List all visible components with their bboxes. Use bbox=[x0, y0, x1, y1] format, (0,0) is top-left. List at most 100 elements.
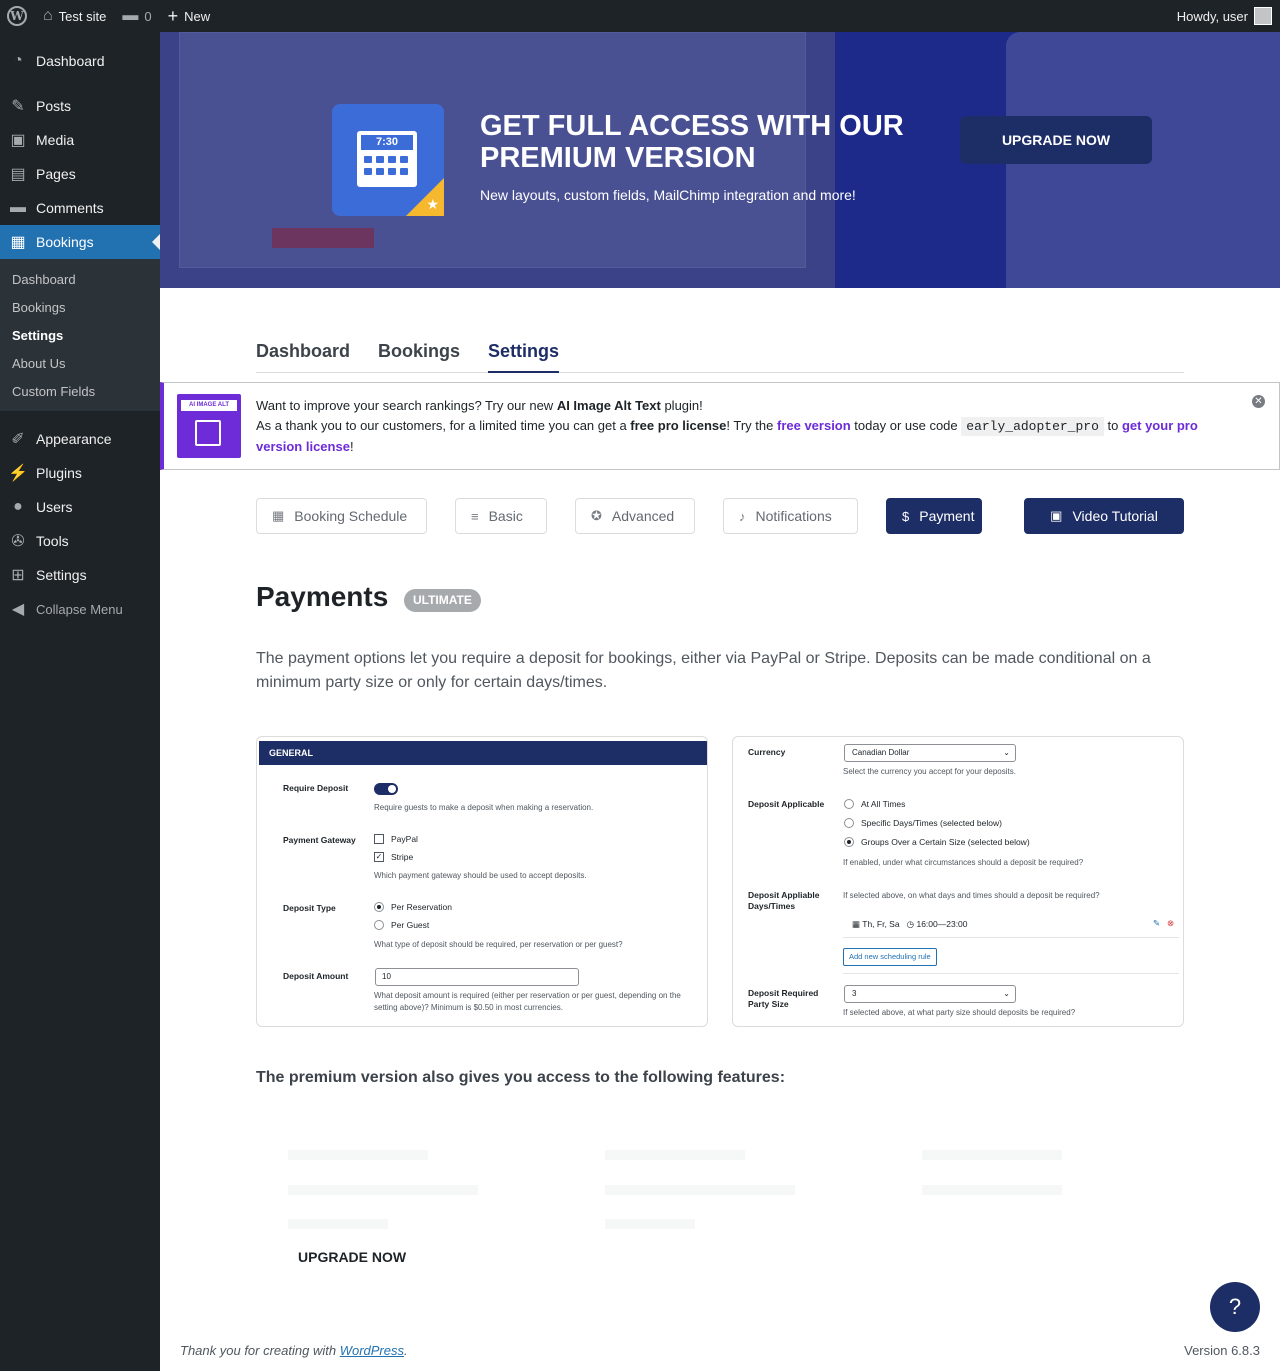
award-icon: ✪ bbox=[591, 508, 602, 523]
ai-alt-text-notice: AI IMAGE ALT TEXT Want to improve your s… bbox=[160, 382, 1280, 470]
coupon-code: early_adopter_pro bbox=[961, 417, 1104, 436]
wordpress-link[interactable]: WordPress bbox=[340, 1343, 404, 1358]
label-line: Days/Times bbox=[748, 901, 796, 911]
sidebar-item-pages[interactable]: ▤ Pages bbox=[0, 157, 160, 191]
sidebar-item-appearance[interactable]: ✐ Appearance bbox=[0, 422, 160, 456]
submenu-bookings[interactable]: Bookings bbox=[0, 293, 160, 321]
add-scheduling-rule-button[interactable]: Add new scheduling rule bbox=[843, 948, 937, 966]
edit-pencil-icon[interactable]: ✎ bbox=[1153, 918, 1160, 929]
notice-line-2: As a thank you to our customers, for a l… bbox=[256, 416, 1236, 457]
deposit-applicable-label: Deposit Applicable bbox=[748, 799, 825, 809]
subtab-basic[interactable]: ≡ Basic bbox=[455, 498, 547, 534]
notice-text-part: ! Try the bbox=[726, 418, 777, 433]
collapse-menu-button[interactable]: ◀ Collapse Menu bbox=[0, 592, 160, 626]
new-label: New bbox=[184, 8, 211, 24]
chevron-down-icon: ⌄ bbox=[1003, 989, 1010, 998]
notice-text-part: plugin! bbox=[660, 398, 703, 413]
submenu-dashboard[interactable]: Dashboard bbox=[0, 265, 160, 293]
sidebar-item-tools[interactable]: ✇ Tools bbox=[0, 524, 160, 558]
stripe-label: Stripe bbox=[391, 852, 414, 862]
bookings-submenu: Dashboard Bookings Settings About Us Cus… bbox=[0, 259, 160, 411]
free-version-link[interactable]: free version bbox=[777, 418, 851, 433]
rule-time: 16:00—23:00 bbox=[916, 919, 968, 929]
subtab-notifications[interactable]: ♪ Notifications bbox=[723, 498, 858, 534]
subtab-booking-schedule[interactable]: ▦ Booking Schedule bbox=[256, 498, 427, 534]
text-lines-icon: ≡ bbox=[471, 508, 479, 524]
notice-plugin-name: AI Image Alt Text bbox=[556, 398, 661, 413]
party-size-select[interactable]: 3 ⌄ bbox=[844, 985, 1016, 1003]
delete-rule-icon[interactable]: ⊗ bbox=[1167, 918, 1174, 929]
notice-text-part: today or use code bbox=[850, 418, 962, 433]
main-content: 7:30 ★ GET FULL ACCESS WITH OUR PREMIUM … bbox=[160, 32, 1280, 1371]
my-account-menu[interactable]: Howdy, user bbox=[1169, 0, 1280, 32]
sidebar-item-posts[interactable]: ✎ Posts bbox=[0, 89, 160, 123]
require-deposit-help: Require guests to make a deposit when ma… bbox=[374, 803, 594, 812]
submenu-settings[interactable]: Settings bbox=[0, 321, 160, 349]
require-deposit-toggle[interactable] bbox=[374, 783, 398, 795]
section-header: GENERAL bbox=[259, 741, 707, 765]
divider bbox=[843, 973, 1179, 974]
video-tutorial-button[interactable]: ▣ Video Tutorial bbox=[1024, 498, 1184, 534]
upgrade-now-link[interactable]: UPGRADE NOW bbox=[298, 1249, 406, 1265]
sidebar-item-dashboard[interactable]: ◔ Dashboard bbox=[0, 44, 160, 78]
sidebar-item-settings[interactable]: ⊞ Settings bbox=[0, 558, 160, 592]
submenu-about-us[interactable]: About Us bbox=[0, 349, 160, 377]
comment-icon: ▬ bbox=[10, 199, 26, 216]
per-reservation-radio[interactable] bbox=[374, 902, 384, 912]
specific-days-label: Specific Days/Times (selected below) bbox=[861, 818, 1002, 828]
chevron-down-icon: ⌄ bbox=[1003, 748, 1010, 757]
sidebar-item-plugins[interactable]: ⚡ Plugins bbox=[0, 456, 160, 490]
payment-gateway-label: Payment Gateway bbox=[283, 835, 356, 845]
specific-days-radio[interactable] bbox=[844, 818, 854, 828]
tab-dashboard[interactable]: Dashboard bbox=[256, 337, 350, 373]
stripe-checkbox[interactable]: ✓ bbox=[374, 852, 384, 862]
pages-icon: ▤ bbox=[10, 166, 26, 183]
calendar-icon: ▦ bbox=[852, 919, 861, 929]
currency-select[interactable]: Canadian Dollar ⌄ bbox=[844, 744, 1016, 762]
site-name-link[interactable]: ⌂ Test site bbox=[35, 0, 114, 32]
wrench-icon: ✇ bbox=[11, 533, 25, 550]
party-size-help: If selected above, at what party size sh… bbox=[843, 1008, 1076, 1017]
at-all-times-radio[interactable] bbox=[844, 799, 854, 809]
sidebar-item-users[interactable]: ● Users bbox=[0, 490, 160, 524]
new-content-link[interactable]: + New bbox=[160, 0, 219, 32]
sidebar-item-comments[interactable]: ▬ Comments bbox=[0, 191, 160, 225]
currency-value: Canadian Dollar bbox=[852, 748, 910, 757]
label-line: Deposit Appliable bbox=[748, 890, 820, 900]
per-guest-radio[interactable] bbox=[374, 920, 384, 930]
dashboard-icon: ◔ bbox=[13, 52, 23, 69]
avatar bbox=[1254, 7, 1272, 25]
admin-bar: W ⌂ Test site ▬ 0 + New Howdy, user bbox=[0, 0, 1280, 32]
scheduling-rule-summary: ▦ Th, Fr, Sa ◷ 16:00—23:00 bbox=[852, 919, 968, 930]
sidebar-item-label: Tools bbox=[36, 533, 69, 549]
groups-size-label: Groups Over a Certain Size (selected bel… bbox=[861, 837, 1030, 847]
calendar-icon: ▦ bbox=[10, 234, 26, 251]
footer-version: Version 6.8.3 bbox=[1184, 1343, 1260, 1358]
submenu-custom-fields[interactable]: Custom Fields bbox=[0, 377, 160, 405]
help-button[interactable]: ? bbox=[1210, 1282, 1260, 1332]
notice-text-part: to bbox=[1103, 418, 1122, 433]
sidebar-item-label: Users bbox=[36, 499, 73, 515]
subtab-payment[interactable]: $ Payment bbox=[886, 498, 982, 534]
calendar-icon: ▦ bbox=[272, 508, 285, 523]
wp-logo-menu[interactable]: W bbox=[0, 0, 35, 32]
faded-feature-item bbox=[288, 1219, 388, 1229]
label-line: Deposit Required bbox=[748, 988, 819, 998]
comments-link[interactable]: ▬ 0 bbox=[114, 0, 159, 32]
notice-text-part: Want to improve your search rankings? Tr… bbox=[256, 398, 557, 413]
dismiss-notice-close-icon[interactable]: ✕ bbox=[1252, 395, 1265, 408]
sidebar-item-label: Bookings bbox=[36, 234, 94, 250]
groups-size-radio[interactable] bbox=[844, 837, 854, 847]
paypal-checkbox[interactable] bbox=[374, 834, 384, 844]
site-name: Test site bbox=[58, 8, 107, 24]
sidebar-item-bookings[interactable]: ▦ Bookings bbox=[0, 225, 160, 259]
subtab-advanced[interactable]: ✪ Advanced bbox=[575, 498, 695, 534]
banner-subtitle: New layouts, custom fields, MailChimp in… bbox=[480, 187, 856, 203]
media-icon: ▣ bbox=[10, 132, 26, 149]
upgrade-now-button[interactable]: UPGRADE NOW bbox=[960, 116, 1152, 164]
sidebar-item-media[interactable]: ▣ Media bbox=[0, 123, 160, 157]
tab-settings[interactable]: Settings bbox=[488, 337, 560, 373]
faded-feature-item bbox=[288, 1185, 478, 1195]
deposit-amount-input[interactable]: 10 bbox=[375, 968, 579, 986]
tab-bookings[interactable]: Bookings bbox=[378, 337, 460, 373]
